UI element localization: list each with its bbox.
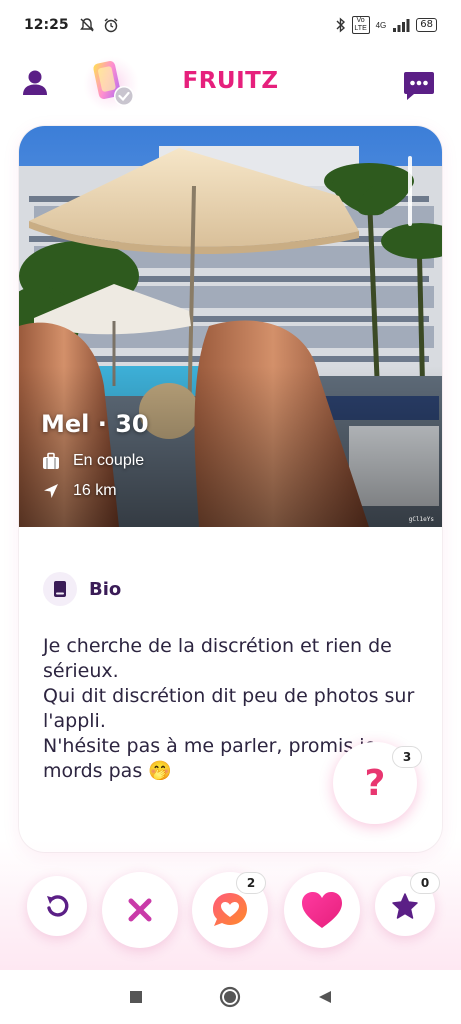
back-triangle-icon [319, 991, 331, 1003]
notifications-off-icon [79, 18, 94, 32]
book-icon [54, 581, 66, 597]
super-like-count-badge: 0 [410, 872, 440, 894]
photo-progress-indicator [408, 156, 412, 226]
volte-indicator: Vo LTE [351, 16, 370, 34]
circle-icon [219, 986, 241, 1008]
bio-title: Bio [89, 578, 122, 600]
relationship-row: En couple [41, 446, 149, 476]
action-bar: 2 0 [0, 870, 461, 950]
distance-value: 16 km [73, 482, 117, 499]
profile-overview: Mel · 30 En couple 16 km [41, 410, 149, 506]
recent-apps-button[interactable] [123, 984, 149, 1010]
bio-icon-wrapper [43, 572, 77, 606]
question-count-badge: 3 [392, 746, 422, 768]
home-button[interactable] [217, 984, 243, 1010]
pass-button[interactable] [102, 872, 178, 948]
system-nav-bar [0, 970, 461, 1024]
bluetooth-icon [336, 17, 345, 33]
star-icon [392, 893, 418, 919]
close-icon [128, 898, 152, 922]
alarm-icon [104, 18, 118, 33]
heart-icon [302, 892, 342, 928]
status-time: 12:25 [24, 17, 69, 33]
profile-name-age: Mel · 30 [41, 410, 149, 438]
signal-icon [393, 19, 410, 32]
app-header: FRUITZ [0, 50, 461, 120]
back-button[interactable] [312, 984, 338, 1010]
network-type: 4G [375, 20, 387, 30]
status-bar: 12:25 Vo LTE 4G 68 [0, 0, 461, 50]
photo-watermark: gCl1eYs [408, 516, 434, 523]
chat-icon[interactable] [402, 68, 436, 102]
like-button[interactable] [284, 872, 360, 948]
battery-indicator: 68 [416, 18, 437, 32]
location-arrow-icon [44, 484, 58, 498]
briefcase-icon [43, 452, 59, 469]
heart-message-icon [213, 893, 247, 926]
relationship-status: En couple [73, 452, 145, 469]
app-title: FRUITZ [182, 68, 279, 94]
question-mark-icon: ? [364, 762, 386, 804]
message-count-badge: 2 [236, 872, 266, 894]
profile-photo[interactable]: gCl1eYs Mel · 30 En couple 16 km [19, 126, 442, 527]
square-icon [130, 991, 142, 1003]
rewind-icon [47, 895, 69, 917]
distance-row: 16 km [41, 476, 149, 506]
rewind-button[interactable] [27, 876, 87, 936]
bio-header: Bio [43, 572, 423, 606]
